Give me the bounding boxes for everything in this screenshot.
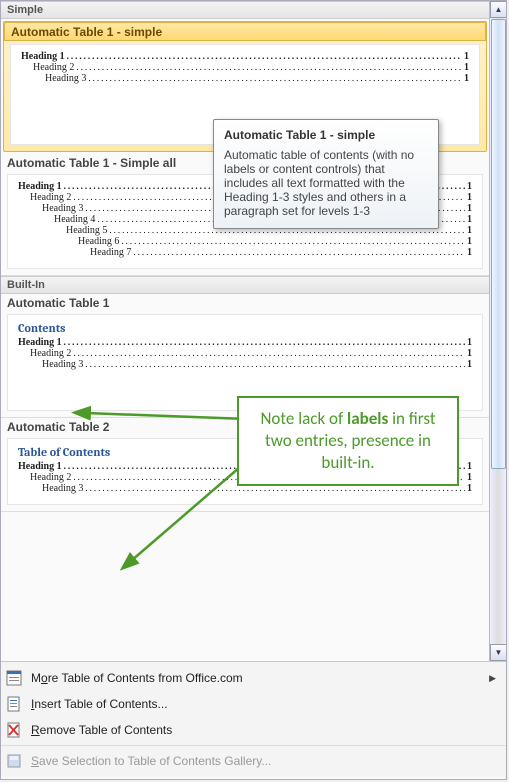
- toc-page: 1: [465, 247, 472, 258]
- leader-dots: [62, 337, 465, 347]
- toc-page: 1: [465, 225, 472, 236]
- dropdown-menu: More Table of Contents from Office.com ▶…: [1, 661, 506, 777]
- callout-text: Note lack of: [260, 408, 347, 429]
- tooltip-title: Automatic Table 1 - simple: [224, 128, 428, 142]
- tooltip-body: Automatic table of contents (with no lab…: [224, 148, 428, 218]
- toc-text: Heading 3: [42, 203, 83, 214]
- menu-label: Save Selection to Table of Contents Gall…: [31, 754, 271, 768]
- menu-label: Remove Table of Contents: [31, 723, 172, 737]
- toc-page: 1: [465, 472, 472, 483]
- toc-text: Heading 3: [42, 483, 83, 494]
- toc-page: 1: [462, 73, 469, 84]
- toc-page: 1: [462, 51, 469, 62]
- toc-text: Heading 3: [45, 73, 86, 84]
- toc-page: 1: [465, 359, 472, 370]
- toc-page: 1: [465, 483, 472, 494]
- remove-icon: [3, 721, 25, 739]
- toc-text: Heading 5: [66, 225, 107, 236]
- tooltip: Automatic Table 1 - simple Automatic tab…: [213, 119, 439, 229]
- toc-text: Heading 6: [78, 236, 119, 247]
- toc-text: Heading 3: [42, 359, 83, 370]
- toc-gallery-dropdown: Simple Automatic Table 1 - simple Headin…: [0, 0, 507, 780]
- toc-page: 1: [465, 181, 472, 192]
- section-header-builtin: Built-In: [1, 276, 489, 294]
- gallery-scroll-area: Simple Automatic Table 1 - simple Headin…: [1, 1, 506, 661]
- toc-text: Heading 2: [30, 472, 71, 483]
- scroll-up-button[interactable]: ▲: [490, 1, 506, 18]
- document-icon: [3, 695, 25, 713]
- menu-remove-toc[interactable]: Remove Table of Contents: [1, 717, 506, 743]
- toc-page: 1: [465, 214, 472, 225]
- callout-bold: labels: [347, 408, 388, 429]
- vertical-scrollbar[interactable]: ▲ ▼: [489, 1, 506, 661]
- leader-dots: [131, 247, 465, 257]
- toc-text: Heading 2: [30, 192, 71, 203]
- toc-text: Heading 1: [18, 461, 62, 472]
- leader-dots: [119, 236, 465, 246]
- menu-save-selection: Save Selection to Table of Contents Gall…: [1, 748, 506, 774]
- menu-label: Insert Table of Contents...: [31, 697, 168, 711]
- leader-dots: [65, 51, 462, 61]
- toc-page: 1: [462, 62, 469, 73]
- leader-dots: [74, 62, 462, 72]
- toc-text: Heading 2: [33, 62, 74, 73]
- scroll-down-button[interactable]: ▼: [490, 644, 506, 661]
- toc-title-label: Contents: [18, 321, 472, 335]
- toc-text: Heading 1: [18, 337, 62, 348]
- menu-separator: [1, 745, 506, 746]
- toc-text: Heading 7: [90, 247, 131, 258]
- toc-text: Heading 1: [18, 181, 62, 192]
- submenu-arrow-icon: ▶: [489, 673, 500, 684]
- menu-more-office[interactable]: More Table of Contents from Office.com ▶: [1, 665, 506, 691]
- toc-text: Heading 4: [54, 214, 95, 225]
- toc-page: 1: [465, 203, 472, 214]
- office-icon: [3, 669, 25, 687]
- toc-text: Heading 2: [30, 348, 71, 359]
- scroll-thumb[interactable]: [491, 19, 506, 469]
- section-header-simple: Simple: [1, 1, 489, 19]
- toc-text: Heading 1: [21, 51, 65, 62]
- leader-dots: [83, 359, 465, 369]
- leader-dots: [71, 348, 465, 358]
- toc-page: 1: [465, 337, 472, 348]
- save-icon: [3, 752, 25, 770]
- item-title: Automatic Table 1: [1, 294, 489, 311]
- menu-insert-toc[interactable]: Insert Table of Contents...: [1, 691, 506, 717]
- annotation-callout: Note lack of labels in first two entries…: [237, 396, 459, 486]
- item-title: Automatic Table 1 - simple: [4, 22, 486, 41]
- leader-dots: [86, 73, 462, 83]
- toc-page: 1: [465, 348, 472, 359]
- toc-page: 1: [465, 236, 472, 247]
- menu-label: More Table of Contents from Office.com: [31, 671, 243, 685]
- toc-page: 1: [465, 192, 472, 203]
- toc-page: 1: [465, 461, 472, 472]
